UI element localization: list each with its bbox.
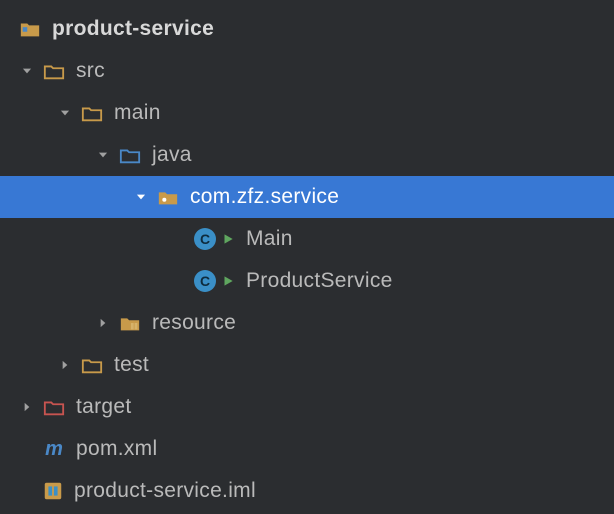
- class-icon: C: [194, 270, 236, 292]
- tree-row-src[interactable]: src: [0, 50, 614, 92]
- folder-label: src: [76, 59, 105, 83]
- class-icon: C: [194, 228, 236, 250]
- tree-row-resource[interactable]: resource: [0, 302, 614, 344]
- iml-icon: [42, 480, 64, 502]
- resource-folder-icon: [118, 311, 142, 335]
- tree-row-target[interactable]: target: [0, 386, 614, 428]
- collapse-arrow-icon[interactable]: [56, 356, 74, 374]
- file-label: product-service.iml: [74, 479, 256, 503]
- package-label: com.zfz.service: [190, 185, 339, 209]
- collapse-arrow-icon[interactable]: [18, 398, 36, 416]
- expand-arrow-icon[interactable]: [132, 188, 150, 206]
- tree-row-project-root[interactable]: product-service: [0, 8, 614, 50]
- tree-row-java[interactable]: java: [0, 134, 614, 176]
- expand-arrow-icon[interactable]: [56, 104, 74, 122]
- folder-icon: [42, 59, 66, 83]
- folder-icon: [80, 353, 104, 377]
- expand-arrow-icon[interactable]: [94, 146, 112, 164]
- tree-row-iml[interactable]: product-service.iml: [0, 470, 614, 512]
- tree-row-class-main[interactable]: C Main: [0, 218, 614, 260]
- runnable-icon: [220, 273, 236, 289]
- maven-icon: m: [42, 437, 66, 461]
- tree-row-test[interactable]: test: [0, 344, 614, 386]
- module-folder-icon: [18, 17, 42, 41]
- tree-row-class-productservice[interactable]: C ProductService: [0, 260, 614, 302]
- class-label: ProductService: [246, 269, 393, 293]
- folder-label: test: [114, 353, 149, 377]
- folder-label: target: [76, 395, 132, 419]
- tree-row-pom[interactable]: m pom.xml: [0, 428, 614, 470]
- project-root-label: product-service: [52, 17, 214, 41]
- collapse-arrow-icon[interactable]: [94, 314, 112, 332]
- file-label: pom.xml: [76, 437, 157, 461]
- folder-icon: [80, 101, 104, 125]
- tree-row-main[interactable]: main: [0, 92, 614, 134]
- runnable-icon: [220, 231, 236, 247]
- folder-label: java: [152, 143, 192, 167]
- folder-label: main: [114, 101, 161, 125]
- source-folder-icon: [118, 143, 142, 167]
- expand-arrow-icon[interactable]: [18, 62, 36, 80]
- class-label: Main: [246, 227, 293, 251]
- tree-row-package[interactable]: com.zfz.service: [0, 176, 614, 218]
- folder-label: resource: [152, 311, 236, 335]
- excluded-folder-icon: [42, 395, 66, 419]
- package-icon: [156, 185, 180, 209]
